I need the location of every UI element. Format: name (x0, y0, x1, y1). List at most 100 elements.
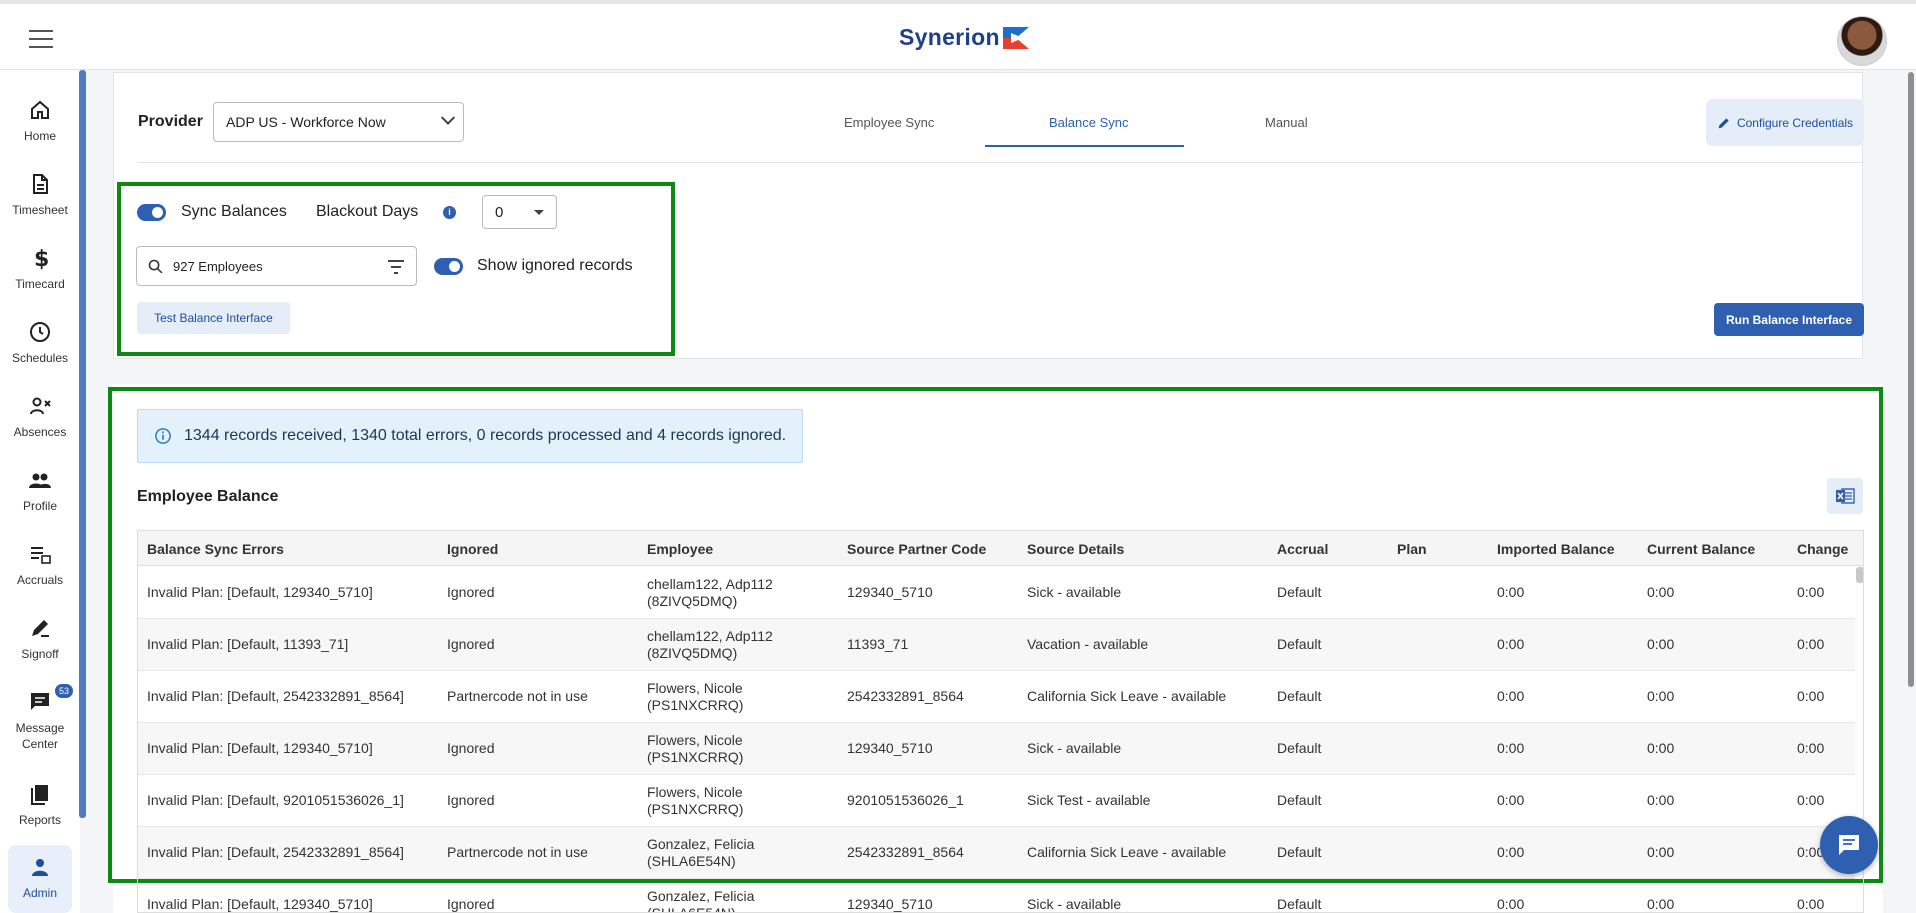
cell-accrual: Default (1277, 636, 1322, 652)
cell-employee-name: chellam122, Adp112 (647, 576, 773, 592)
provider-select[interactable]: ADP US - Workforce Now (213, 102, 464, 142)
sidebar-item-message-center[interactable]: 53 Message Center (0, 684, 80, 772)
sync-balances-toggle[interactable] (137, 204, 166, 221)
sidebar-item-label: Admin (22, 886, 57, 900)
column-header[interactable]: Ignored (447, 541, 498, 557)
cell-current-balance: 0:00 (1647, 636, 1675, 652)
column-header[interactable]: Imported Balance (1497, 541, 1614, 557)
cell-sync-error: Invalid Plan: [Default, 129340_5710] (147, 584, 373, 600)
table-row[interactable]: Invalid Plan: [Default, 9201051536026_1]… (138, 775, 1855, 827)
column-header[interactable]: Current Balance (1647, 541, 1755, 557)
signoff-icon (32, 620, 49, 637)
table-row[interactable]: Invalid Plan: [Default, 129340_5710] Igno… (138, 567, 1855, 619)
cell-accrual: Default (1277, 688, 1322, 704)
message-count-badge: 53 (55, 684, 74, 698)
sidebar-item-reports[interactable]: Reports (0, 782, 80, 852)
cell-ignored: Ignored (447, 792, 495, 808)
menu-icon[interactable] (29, 30, 53, 48)
cell-employee-id: (8ZIVQ5DMQ) (647, 645, 738, 661)
column-header[interactable]: Source Partner Code (847, 541, 986, 557)
cell-accrual: Default (1277, 740, 1322, 756)
cell-current-balance: 0:00 (1647, 844, 1675, 860)
table-row[interactable]: Invalid Plan: [Default, 129340_5710] Igno… (138, 723, 1855, 775)
show-ignored-toggle[interactable] (434, 258, 463, 275)
sidebar-item-admin[interactable]: Admin (8, 845, 72, 913)
column-header[interactable]: Accrual (1277, 541, 1328, 557)
sidebar-item-accruals[interactable]: Accruals (0, 542, 80, 612)
table-row[interactable]: Invalid Plan: [Default, 129340_5710] Igno… (138, 879, 1855, 912)
employee-search-input[interactable]: 927 Employees (136, 246, 417, 286)
cell-sync-error: Invalid Plan: [Default, 11393_71] (147, 636, 349, 652)
run-balance-interface-button[interactable]: Run Balance Interface (1714, 303, 1864, 336)
sidebar-item-profile[interactable]: Profile (0, 468, 80, 538)
cell-ignored: Ignored (447, 636, 495, 652)
cell-source-details: Sick - available (1027, 896, 1122, 912)
sidebar-item-signoff[interactable]: Signoff (0, 616, 80, 686)
cell-imported-balance: 0:00 (1497, 584, 1525, 600)
cell-accrual: Default (1277, 896, 1322, 912)
column-header[interactable]: Source Details (1027, 541, 1124, 557)
top-bar: Synerion (0, 0, 1916, 70)
excel-icon (1836, 488, 1855, 504)
cell-employee-name: Flowers, Nicole (647, 680, 743, 696)
test-balance-interface-button[interactable]: Test Balance Interface (137, 302, 290, 334)
cell-employee-id: (PS1NXCRRQ) (647, 801, 744, 817)
sidebar-item-home[interactable]: Home (0, 98, 80, 168)
employee-search-value: 927 Employees (173, 259, 263, 274)
filter-icon[interactable] (387, 259, 405, 275)
synerion-logo-icon (1002, 26, 1029, 49)
column-header[interactable]: Balance Sync Errors (147, 541, 284, 557)
tab-employee-sync[interactable]: Employee Sync (844, 115, 934, 130)
active-tab-indicator (985, 145, 1184, 147)
show-ignored-label: Show ignored records (477, 257, 633, 274)
export-excel-button[interactable] (1827, 478, 1863, 514)
sidebar-scrollbar[interactable] (79, 70, 86, 818)
column-header[interactable]: Plan (1397, 541, 1427, 557)
clock-icon (30, 322, 50, 342)
info-icon[interactable]: i (443, 206, 456, 219)
chat-icon (31, 693, 49, 710)
cell-sync-error: Invalid Plan: [Default, 9201051536026_1] (147, 792, 404, 808)
cell-source-details: California Sick Leave - available (1027, 844, 1227, 860)
tab-manual[interactable]: Manual (1265, 115, 1308, 130)
chat-button[interactable] (1820, 816, 1878, 874)
cell-change: 0:00 (1797, 636, 1825, 652)
sidebar-item-label: Accruals (16, 573, 63, 587)
user-avatar[interactable] (1837, 16, 1887, 66)
cell-source-details: Sick Test - available (1027, 792, 1151, 808)
sidebar-item-timesheet[interactable]: Timesheet (0, 172, 80, 242)
sidebar-item-label: Timesheet (12, 203, 68, 217)
tab-balance-sync[interactable]: Balance Sync (1049, 115, 1129, 130)
cell-sync-error: Invalid Plan: [Default, 2542332891_8564] (147, 688, 404, 704)
table-row[interactable]: Invalid Plan: [Default, 11393_71] Ignored… (138, 619, 1855, 671)
sync-balances-label: Sync Balances (181, 203, 287, 220)
table-scrollbar[interactable] (1856, 567, 1863, 583)
sidebar-item-absences[interactable]: Absences (0, 394, 80, 464)
cell-imported-balance: 0:00 (1497, 636, 1525, 652)
table-row[interactable]: Invalid Plan: [Default, 2542332891_8564]… (138, 671, 1855, 723)
sidebar-item-timecard[interactable]: $ Timecard (0, 246, 80, 316)
column-header[interactable]: Employee (647, 541, 713, 557)
cell-source-partner-code: 129340_5710 (847, 740, 933, 756)
configure-credentials-label: Configure Credentials (1736, 115, 1854, 130)
column-header[interactable]: Change (1797, 541, 1848, 557)
cell-imported-balance: 0:00 (1497, 844, 1525, 860)
table-row[interactable]: Invalid Plan: [Default, 2542332891_8564]… (138, 827, 1855, 879)
admin-person-icon (32, 859, 48, 876)
configure-credentials-button[interactable]: Configure Credentials (1706, 99, 1864, 146)
sidebar-item-label: Message Center (15, 721, 65, 751)
cell-sync-error: Invalid Plan: [Default, 129340_5710] (147, 896, 373, 912)
cell-source-partner-code: 2542332891_8564 (847, 844, 964, 860)
summary-alert: 1344 records received, 1340 total errors… (137, 409, 803, 463)
sidebar-item-label: Schedules (11, 351, 69, 365)
cell-change: 0:00 (1797, 740, 1825, 756)
blackout-days-select[interactable]: 0 (482, 195, 557, 229)
cell-sync-error: Invalid Plan: [Default, 2542332891_8564] (147, 844, 404, 860)
cell-source-partner-code: 11393_71 (847, 636, 909, 652)
page-scrollbar[interactable] (1908, 72, 1914, 687)
sidebar-item-schedules[interactable]: Schedules (0, 320, 80, 390)
cell-current-balance: 0:00 (1647, 688, 1675, 704)
person-x-icon (30, 397, 51, 415)
cell-source-partner-code: 2542332891_8564 (847, 688, 964, 704)
sidebar-item-label: Home (23, 129, 56, 143)
